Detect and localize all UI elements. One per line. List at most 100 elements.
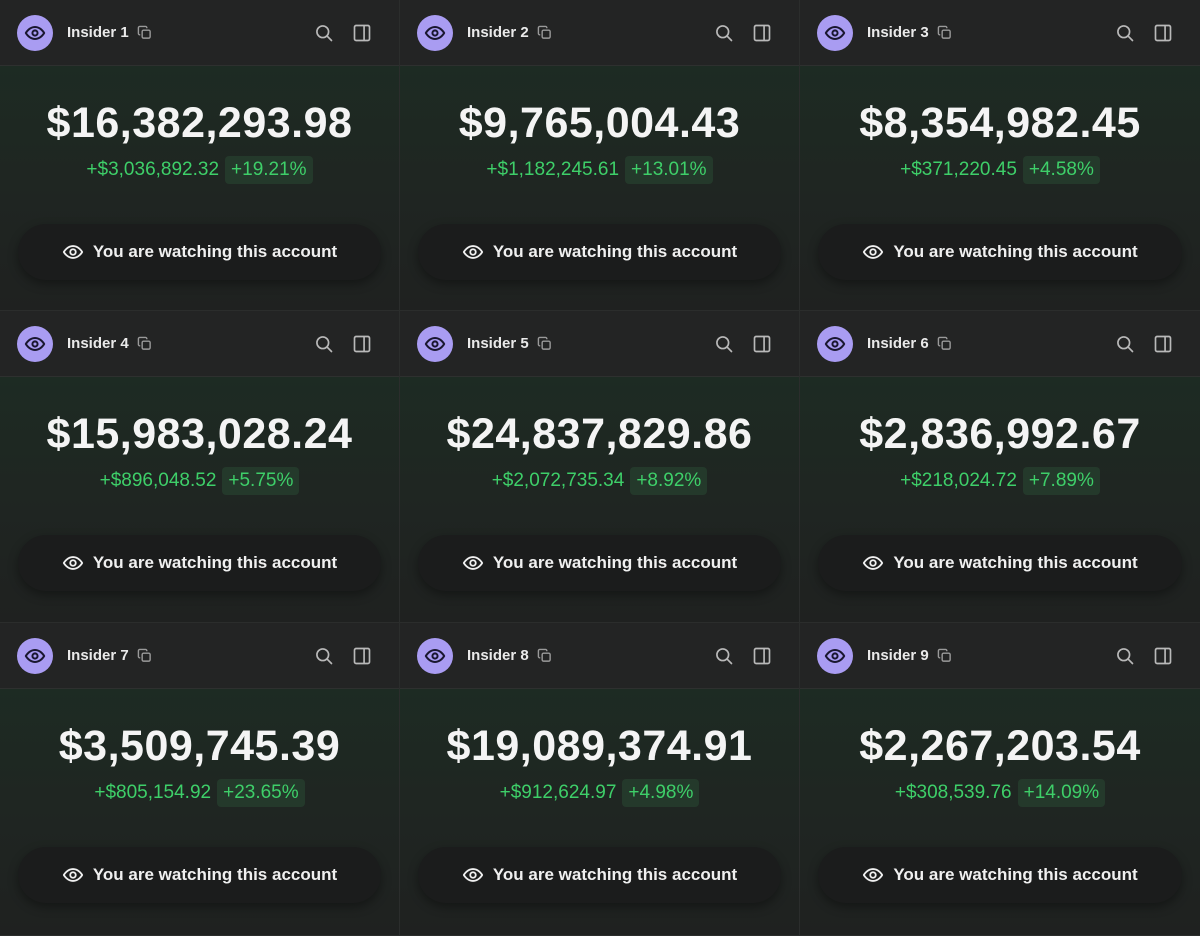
- copy-icon[interactable]: [537, 336, 552, 351]
- search-button[interactable]: [1114, 645, 1136, 667]
- panel-toggle-button[interactable]: [1152, 22, 1174, 44]
- watching-button[interactable]: You are watching this account: [818, 847, 1182, 903]
- account-card: Insider 7 $3,509,745.39 +$805,154.92 +23…: [0, 623, 400, 936]
- search-button[interactable]: [313, 22, 335, 44]
- watching-label: You are watching this account: [492, 553, 738, 572]
- copy-icon[interactable]: [937, 648, 952, 663]
- panel-toggle-button[interactable]: [751, 22, 773, 44]
- copy-icon[interactable]: [137, 25, 152, 40]
- pnl-percent-badge: +4.98%: [622, 779, 700, 807]
- account-card: Insider 3 $8,354,982.45 +$371,220.45 +4.…: [800, 0, 1200, 311]
- card-header: Insider 5: [400, 311, 799, 377]
- eye-icon: [424, 333, 446, 355]
- pnl-row: +$371,220.45 +4.58%: [800, 156, 1200, 184]
- eye-icon: [862, 864, 884, 886]
- search-icon: [314, 23, 334, 43]
- eye-icon: [462, 864, 484, 886]
- panel-toggle-icon: [752, 646, 772, 666]
- panel-toggle-button[interactable]: [751, 645, 773, 667]
- account-avatar[interactable]: [17, 637, 53, 674]
- search-button[interactable]: [713, 22, 735, 44]
- watching-button[interactable]: You are watching this account: [18, 224, 381, 280]
- card-body: $9,765,004.43 +$1,182,245.61 +13.01% You…: [400, 66, 799, 310]
- account-card: Insider 6 $2,836,992.67 +$218,024.72 +7.…: [800, 311, 1200, 623]
- search-button[interactable]: [1114, 22, 1136, 44]
- search-icon: [1115, 646, 1135, 666]
- account-avatar[interactable]: [417, 14, 453, 51]
- copy-icon[interactable]: [137, 648, 152, 663]
- account-balance: $3,509,745.39: [58, 722, 341, 770]
- pnl-row: +$912,624.97 +4.98%: [400, 779, 799, 807]
- card-header: Insider 9: [800, 623, 1200, 689]
- eye-icon: [862, 241, 884, 263]
- panel-toggle-icon: [752, 23, 772, 43]
- account-balance: $16,382,293.98: [46, 99, 353, 147]
- card-body: $15,983,028.24 +$896,048.52 +5.75% You a…: [0, 377, 399, 622]
- eye-icon: [824, 645, 846, 667]
- panel-toggle-button[interactable]: [1152, 645, 1174, 667]
- account-name: Insider 2: [467, 24, 529, 41]
- copy-icon[interactable]: [537, 25, 552, 40]
- search-button[interactable]: [313, 645, 335, 667]
- pnl-row: +$3,036,892.32 +19.21%: [0, 156, 399, 184]
- card-body: $2,836,992.67 +$218,024.72 +7.89% You ar…: [800, 377, 1200, 622]
- pnl-row: +$1,182,245.61 +13.01%: [400, 156, 799, 184]
- watching-button[interactable]: You are watching this account: [818, 224, 1182, 280]
- eye-icon: [824, 22, 846, 44]
- account-avatar[interactable]: [417, 637, 453, 674]
- pnl-amount: +$308,539.76: [894, 782, 1012, 803]
- panel-toggle-button[interactable]: [351, 333, 373, 355]
- card-header: Insider 7: [0, 623, 399, 689]
- search-button[interactable]: [313, 333, 335, 355]
- watching-label: You are watching this account: [492, 242, 738, 261]
- copy-icon[interactable]: [937, 336, 952, 351]
- account-avatar[interactable]: [817, 325, 853, 362]
- card-header: Insider 4: [0, 311, 399, 377]
- account-avatar[interactable]: [817, 637, 853, 674]
- account-avatar[interactable]: [17, 14, 53, 51]
- account-name: Insider 4: [67, 335, 129, 352]
- watching-button[interactable]: You are watching this account: [18, 535, 381, 591]
- watching-button[interactable]: You are watching this account: [418, 535, 781, 591]
- search-icon: [314, 334, 334, 354]
- watching-button[interactable]: You are watching this account: [18, 847, 381, 903]
- pnl-row: +$2,072,735.34 +8.92%: [400, 467, 799, 495]
- account-name: Insider 9: [867, 647, 929, 664]
- account-balance: $9,765,004.43: [458, 99, 741, 147]
- pnl-row: +$218,024.72 +7.89%: [800, 467, 1200, 495]
- account-name: Insider 8: [467, 647, 529, 664]
- account-avatar[interactable]: [817, 14, 853, 51]
- copy-icon[interactable]: [537, 648, 552, 663]
- watching-button[interactable]: You are watching this account: [418, 847, 781, 903]
- search-button[interactable]: [713, 645, 735, 667]
- copy-icon[interactable]: [137, 336, 152, 351]
- search-button[interactable]: [713, 333, 735, 355]
- watching-button[interactable]: You are watching this account: [418, 224, 781, 280]
- search-button[interactable]: [1114, 333, 1136, 355]
- pnl-row: +$896,048.52 +5.75%: [0, 467, 399, 495]
- card-body: $8,354,982.45 +$371,220.45 +4.58% You ar…: [800, 66, 1200, 310]
- card-header: Insider 8: [400, 623, 799, 689]
- search-icon: [714, 334, 734, 354]
- account-avatar[interactable]: [17, 325, 53, 362]
- pnl-row: +$805,154.92 +23.65%: [0, 779, 399, 807]
- panel-toggle-icon: [1153, 646, 1173, 666]
- search-icon: [1115, 334, 1135, 354]
- panel-toggle-button[interactable]: [751, 333, 773, 355]
- account-card: Insider 1 $16,382,293.98 +$3,036,892.32 …: [0, 0, 400, 311]
- pnl-row: +$308,539.76 +14.09%: [800, 779, 1200, 807]
- pnl-percent-badge: +23.65%: [217, 779, 305, 807]
- panel-toggle-button[interactable]: [1152, 333, 1174, 355]
- eye-icon: [862, 552, 884, 574]
- account-card: Insider 9 $2,267,203.54 +$308,539.76 +14…: [800, 623, 1200, 936]
- account-name: Insider 5: [467, 335, 529, 352]
- pnl-percent-badge: +7.89%: [1022, 467, 1100, 495]
- card-header: Insider 3: [800, 0, 1200, 66]
- panel-toggle-button[interactable]: [351, 645, 373, 667]
- account-avatar[interactable]: [417, 325, 453, 362]
- eye-icon: [24, 22, 46, 44]
- panel-toggle-button[interactable]: [351, 22, 373, 44]
- watching-button[interactable]: You are watching this account: [818, 535, 1182, 591]
- pnl-amount: +$2,072,735.34: [491, 470, 625, 491]
- copy-icon[interactable]: [937, 25, 952, 40]
